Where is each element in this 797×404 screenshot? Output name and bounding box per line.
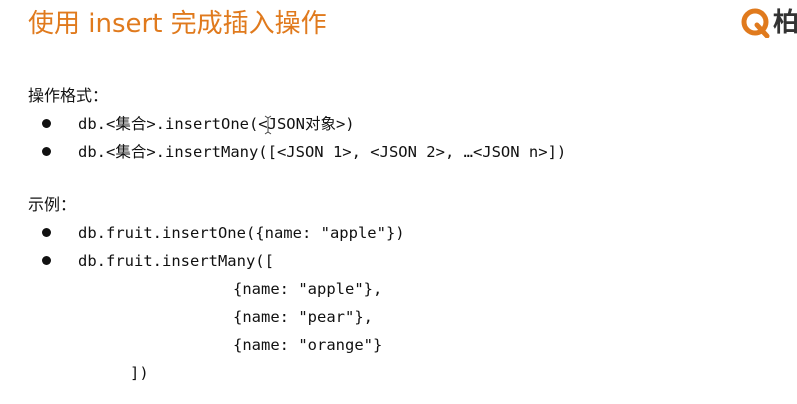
format-insert-one: db.<集合>.insertOne(<JSON对象>) [78,115,355,133]
logo-mark-icon [741,8,770,38]
example-doc-line: {name: "pear"}, [233,308,373,326]
bullet-icon [42,119,51,128]
example-doc-line: {name: "orange"} [233,336,383,354]
example-closing-line: ]) [130,364,149,382]
example-insert-one: db.fruit.insertOne({name: "apple"}) [78,224,405,242]
example-doc-line: {name: "apple"}, [233,280,383,298]
example-heading: 示例： [28,195,77,214]
brand-logo: 柏 [741,6,797,40]
text-cursor-icon [264,115,272,135]
slide-title: 使用 insert 完成插入操作 [28,9,327,39]
format-heading: 操作格式： [28,86,109,105]
logo-text: 柏 [773,8,797,38]
example-insert-many: db.fruit.insertMany([ [78,252,274,270]
bullet-icon [42,228,51,237]
format-insert-many: db.<集合>.insertMany([<JSON 1>, <JSON 2>, … [78,143,567,161]
bullet-icon [42,256,51,265]
bullet-icon [42,147,51,156]
